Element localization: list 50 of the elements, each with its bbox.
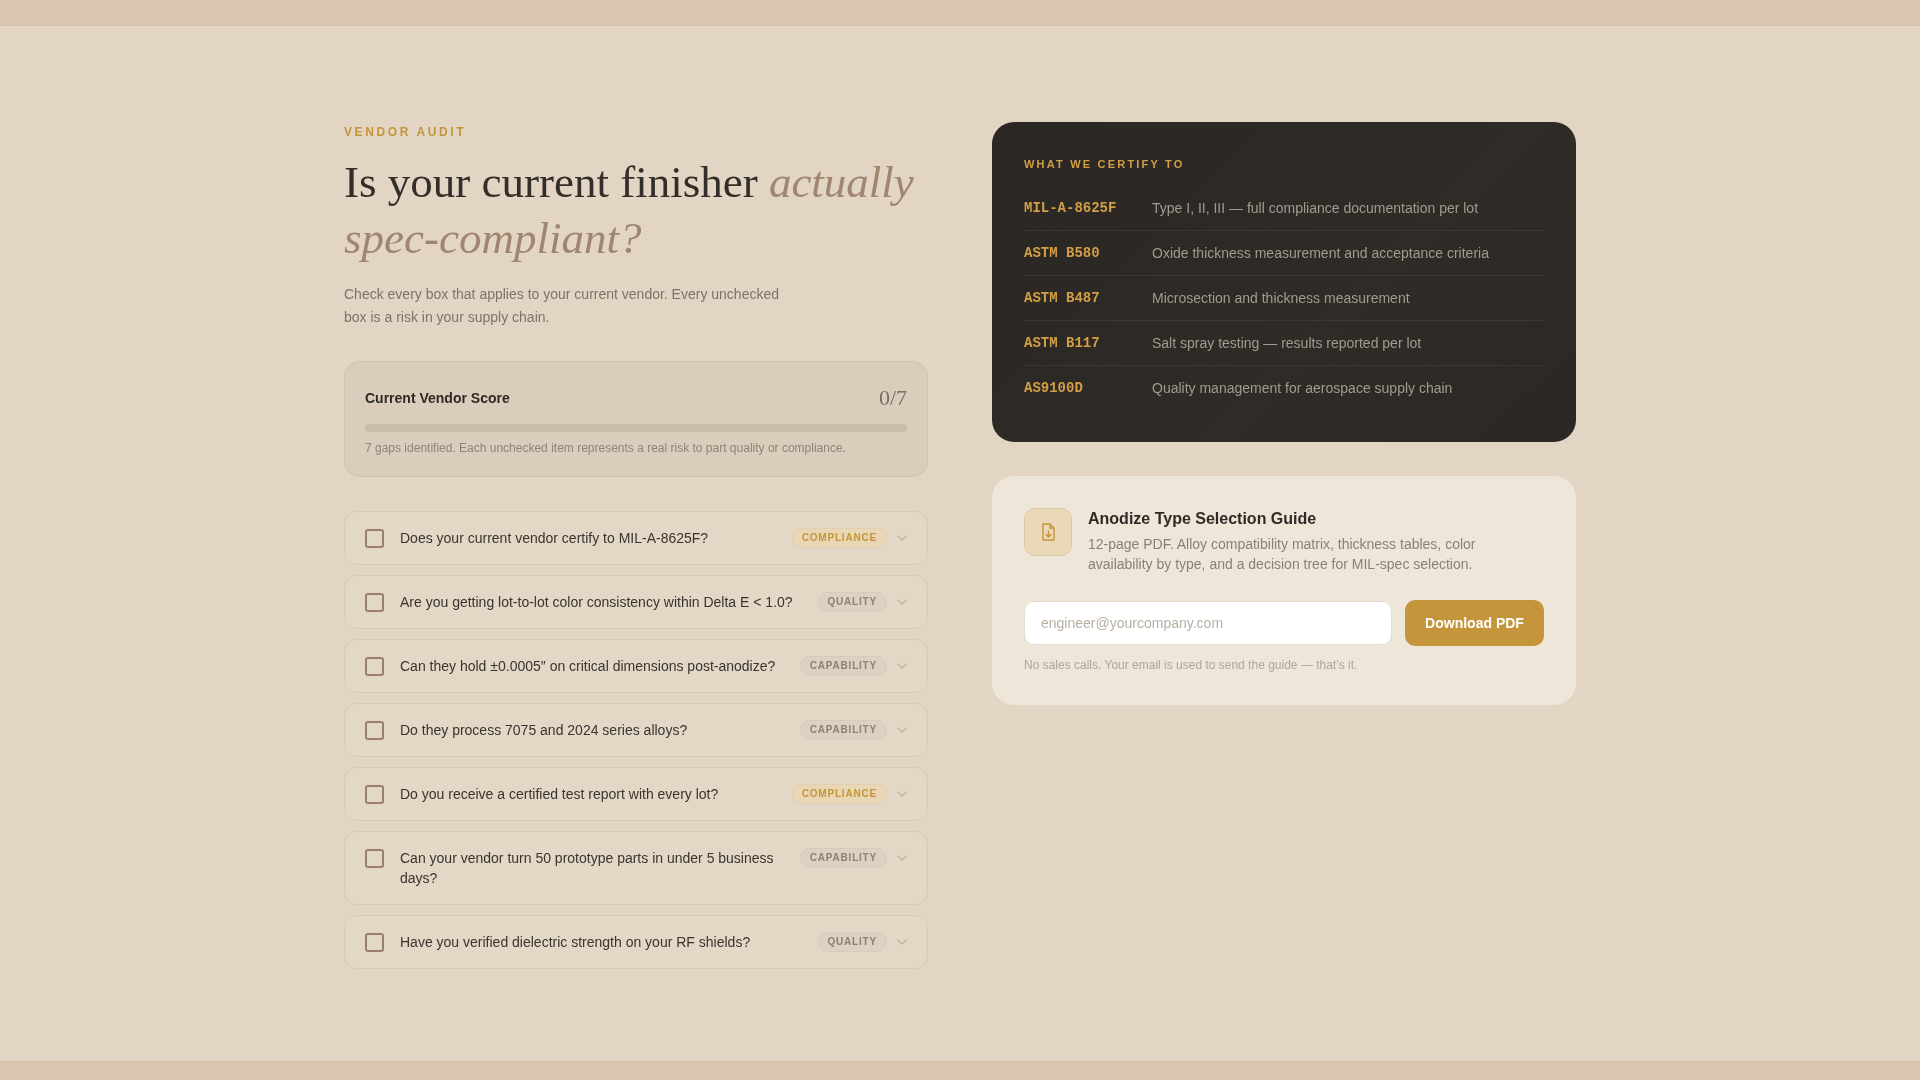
checkbox[interactable] bbox=[365, 849, 384, 868]
spec-code: ASTM B117 bbox=[1024, 335, 1101, 351]
question-text: Do they process 7075 and 2024 series alloys? bbox=[400, 721, 689, 740]
checklist-item[interactable]: Do they process 7075 and 2024 series alloys? CAPABILITY bbox=[344, 703, 928, 757]
spec-code: MIL-A-8625F bbox=[1024, 200, 1118, 216]
question-text: Are you getting lot-to-lot color consistency within Delta E < 1.0? bbox=[400, 593, 794, 612]
checklist-item[interactable]: Do you receive a certified test report with every lot? COMPLIANCE bbox=[344, 767, 928, 821]
checklist-item[interactable]: Can they hold ±0.0005″ on critical dimensions post-anodize? CAPABILITY bbox=[344, 639, 928, 693]
privacy-note: No sales calls. Your email is used to send the guide — that’s it. bbox=[1024, 658, 1358, 672]
question-text: Have you verified dielectric strength on your RF shields? bbox=[400, 933, 752, 952]
category-tag: CAPABILITY bbox=[799, 848, 887, 868]
category-tag: COMPLIANCE bbox=[791, 784, 887, 804]
card-title: WHAT WE CERTIFY TO bbox=[1024, 157, 1185, 172]
score-value: 0/7 bbox=[878, 385, 907, 411]
file-download-icon bbox=[1024, 508, 1072, 556]
spec-code: ASTM B580 bbox=[1024, 245, 1101, 261]
spec-description: Oxide thickness measurement and acceptance criteria bbox=[1152, 245, 1489, 261]
guide-title: Anodize Type Selection Guide bbox=[1088, 509, 1318, 529]
question-text: Do you receive a certified test report with every lot? bbox=[400, 785, 720, 804]
spec-description: Quality management for aerospace supply chain bbox=[1152, 380, 1453, 396]
spec-description: Type I, II, III — full compliance documentation per lot bbox=[1152, 200, 1479, 216]
category-tag: CAPABILITY bbox=[799, 656, 887, 676]
checklist-item[interactable]: Can your vendor turn 50 prototype parts in under 5 business days? CAPABILITY bbox=[344, 831, 928, 905]
spec-code: ASTM B487 bbox=[1024, 290, 1101, 306]
checkbox[interactable] bbox=[365, 933, 384, 952]
checkbox[interactable] bbox=[365, 593, 384, 612]
spec-description: Microsection and thickness measurement bbox=[1152, 290, 1410, 306]
intro-text: Check every box that applies to your current vendor. Every unchecked box is a risk in your supply chain. bbox=[344, 285, 780, 327]
email-field[interactable]: engineer@yourcompany.com bbox=[1024, 601, 1392, 645]
checklist-item[interactable]: Does your current vendor certify to MIL-A-8625F? COMPLIANCE bbox=[344, 511, 928, 565]
page-heading: Is your current finisher actually spec-compliant? bbox=[344, 156, 915, 265]
checklist-item[interactable]: Have you verified dielectric strength on your RF shields? QUALITY bbox=[344, 915, 928, 969]
checkbox[interactable] bbox=[365, 785, 384, 804]
spec-code: AS9100D bbox=[1024, 380, 1084, 396]
checkbox[interactable] bbox=[365, 529, 384, 548]
category-tag: QUALITY bbox=[817, 932, 887, 952]
category-tag: COMPLIANCE bbox=[791, 528, 887, 548]
spec-description: Salt spray testing — results reported per lot bbox=[1152, 335, 1422, 351]
guide-description: 12-page PDF. Alloy compatibility matrix, thickness tables, color availability by type, and a decision tree for MIL-spec selection. bbox=[1088, 535, 1477, 574]
eyebrow-label: VENDOR AUDIT bbox=[344, 124, 467, 140]
question-text: Can your vendor turn 50 prototype parts in under 5 business days? bbox=[400, 849, 775, 888]
checkbox[interactable] bbox=[365, 657, 384, 676]
category-tag: CAPABILITY bbox=[799, 720, 887, 740]
checklist-item[interactable]: Are you getting lot-to-lot color consistency within Delta E < 1.0? QUALITY bbox=[344, 575, 928, 629]
category-tag: QUALITY bbox=[817, 592, 887, 612]
question-text: Does your current vendor certify to MIL-A-8625F? bbox=[400, 529, 710, 548]
checkbox[interactable] bbox=[365, 721, 384, 740]
score-caption: 7 gaps identified. Each unchecked item represents a real risk to part quality or compliance. bbox=[365, 440, 847, 456]
score-label: Current Vendor Score bbox=[365, 390, 510, 406]
question-text: Can they hold ±0.0005″ on critical dimensions post-anodize? bbox=[400, 657, 777, 676]
